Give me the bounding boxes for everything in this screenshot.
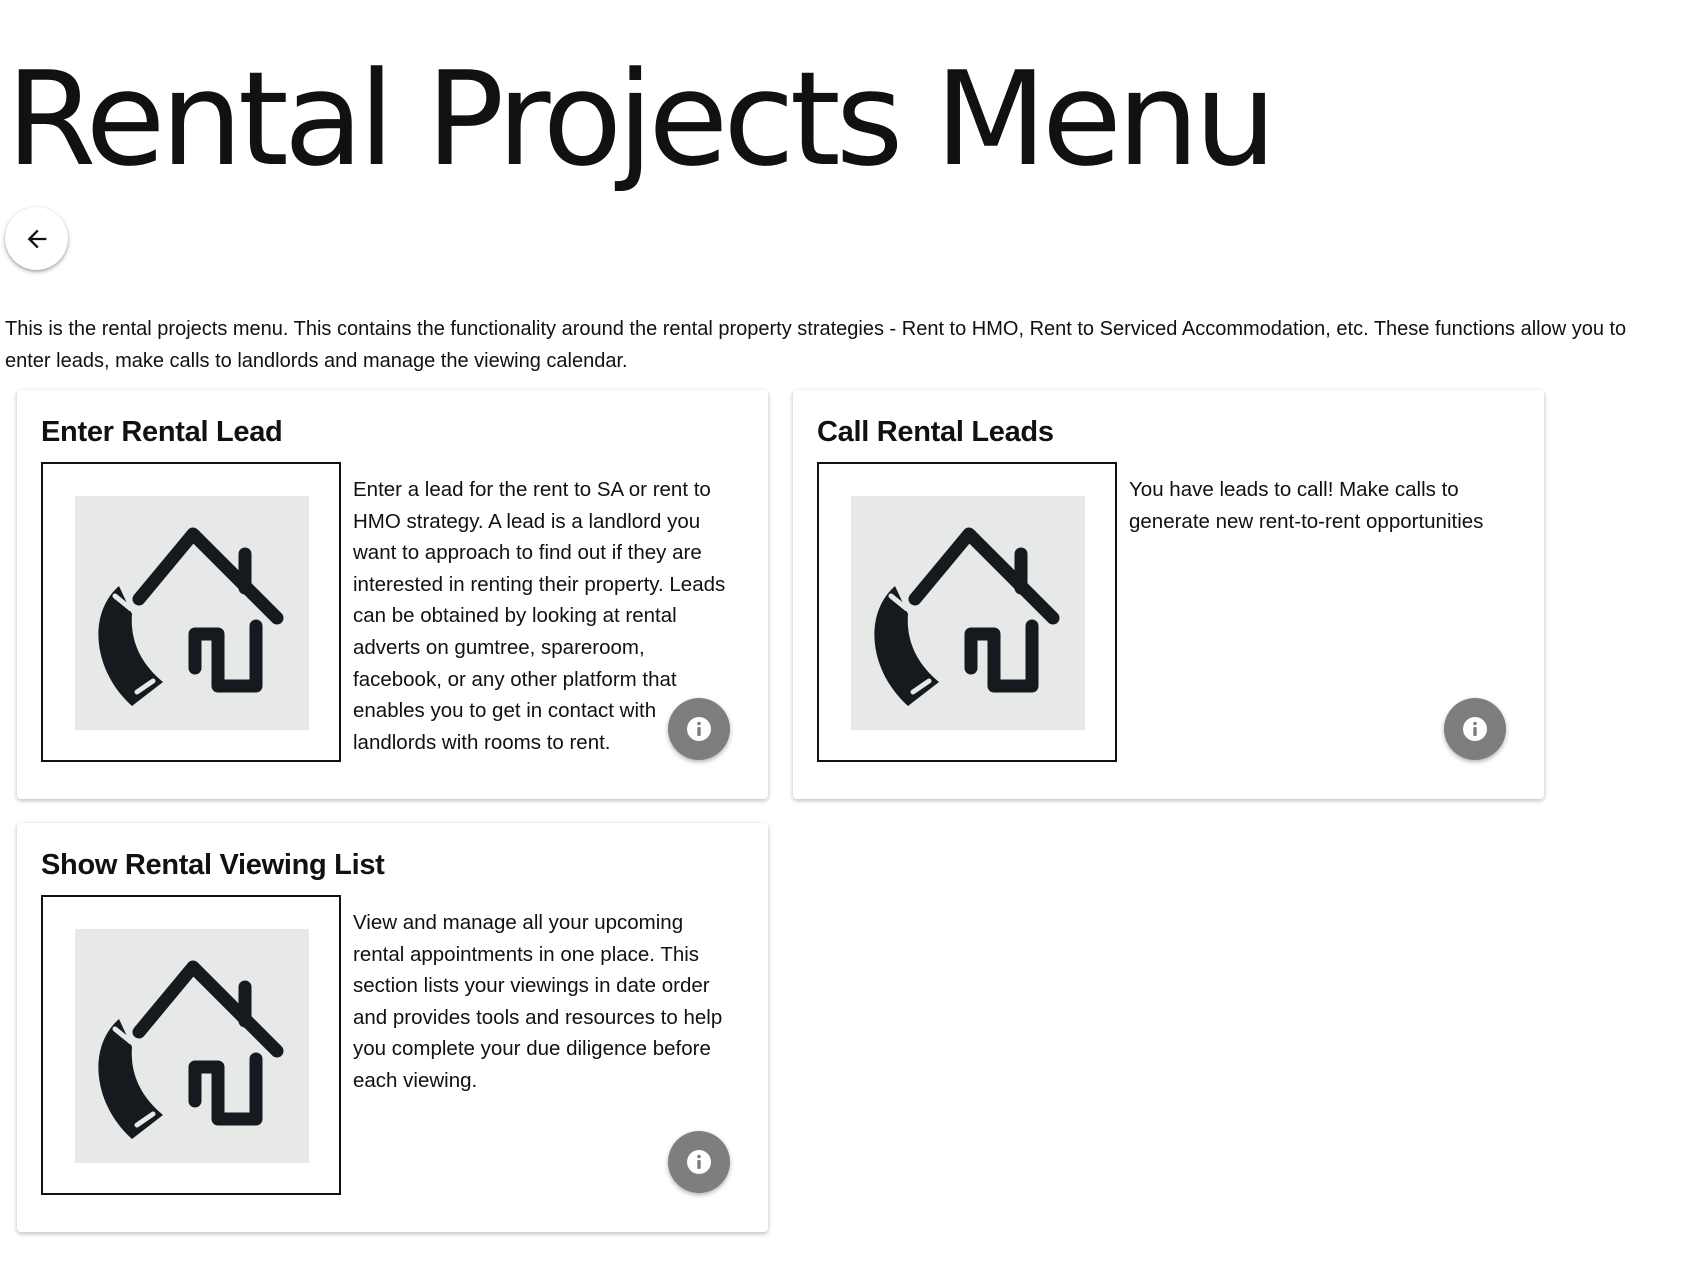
card-image-tile bbox=[75, 496, 309, 730]
back-button[interactable] bbox=[5, 207, 68, 270]
phone-house-icon bbox=[874, 527, 1060, 706]
card-title: Show Rental Viewing List bbox=[41, 849, 385, 881]
card-title: Enter Rental Lead bbox=[41, 416, 283, 448]
card-image bbox=[817, 462, 1117, 762]
phone-house-icon bbox=[98, 960, 284, 1139]
info-icon bbox=[687, 717, 711, 741]
intro-text: This is the rental projects menu. This c… bbox=[5, 318, 1627, 372]
card-image bbox=[41, 895, 341, 1195]
card-title: Call Rental Leads bbox=[817, 416, 1054, 448]
phone-house-icon bbox=[98, 527, 284, 706]
card-enter-rental-lead[interactable]: Enter Rental Lead Enter a lead for the r… bbox=[17, 390, 768, 799]
info-icon bbox=[1463, 717, 1487, 741]
info-icon bbox=[687, 1150, 711, 1174]
card-call-rental-leads[interactable]: Call Rental Leads You have leads to call… bbox=[793, 390, 1544, 799]
card-image-tile bbox=[75, 929, 309, 1163]
card-description: View and manage all your upcoming rental… bbox=[353, 911, 723, 1092]
info-button[interactable] bbox=[668, 1131, 730, 1193]
page-title: Rental Projects Menu bbox=[6, 43, 1277, 195]
card-image bbox=[41, 462, 341, 762]
arrow-left-icon bbox=[27, 229, 46, 248]
page: Rental Projects Menu This is the rental … bbox=[0, 0, 1691, 1264]
card-image-tile bbox=[851, 496, 1085, 730]
info-button[interactable] bbox=[1444, 698, 1506, 760]
card-description: You have leads to call! Make calls to ge… bbox=[1129, 478, 1484, 533]
info-button[interactable] bbox=[668, 698, 730, 760]
card-show-rental-viewing-list[interactable]: Show Rental Viewing List View and manage… bbox=[17, 823, 768, 1232]
